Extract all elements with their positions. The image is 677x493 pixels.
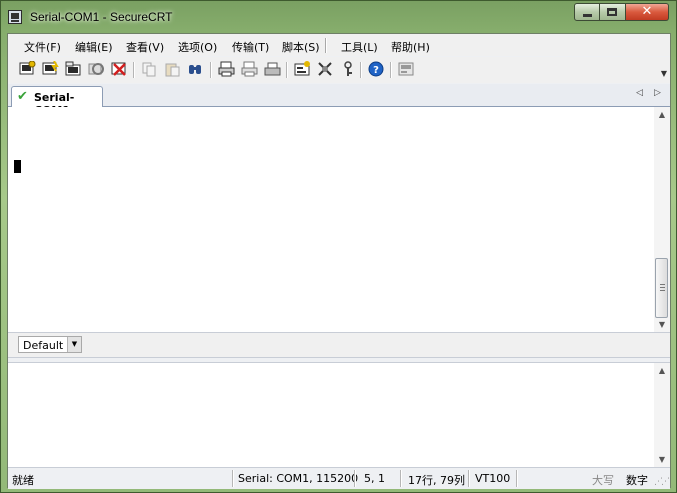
session-options-icon[interactable]	[294, 61, 311, 77]
print-selection-icon[interactable]	[241, 61, 258, 77]
session-select-value: Default	[23, 339, 64, 352]
menu-file[interactable]: 文件(F)	[24, 39, 61, 55]
keymap-icon[interactable]	[340, 61, 357, 77]
scrollbar-thumb[interactable]	[655, 258, 668, 318]
terminal-area[interactable]: ▲ ▼	[8, 107, 670, 333]
menu-script[interactable]: 脚本(S)	[282, 39, 320, 55]
menu-view[interactable]: 查看(V)	[126, 39, 164, 55]
svg-text:?: ?	[373, 65, 379, 76]
toolbar: ? ▼	[8, 57, 670, 83]
reconnect-icon[interactable]	[88, 61, 105, 77]
command-window[interactable]: ▲ ▼	[8, 362, 670, 467]
menu-tools[interactable]: 工具(L)	[341, 39, 378, 55]
toolbar-separator	[133, 62, 135, 78]
print-screen-icon[interactable]	[218, 61, 235, 77]
toolbar-separator	[360, 62, 362, 78]
close-button[interactable]: ✕	[626, 3, 669, 21]
connect-icon[interactable]	[19, 60, 36, 77]
tab-scroll-left-icon[interactable]: ◁	[636, 88, 643, 98]
print-icon[interactable]	[264, 61, 281, 77]
scroll-down-icon[interactable]: ▼	[654, 455, 670, 464]
disconnect-icon[interactable]	[111, 61, 128, 77]
status-emulation: VT100	[475, 472, 511, 485]
help-icon[interactable]: ?	[368, 61, 385, 77]
securecrt-app-icon[interactable]	[8, 10, 22, 24]
connected-check-icon: ✔	[17, 89, 28, 104]
window-title: Serial-COM1 - SecureCRT	[30, 10, 173, 24]
toolbar-overflow-icon[interactable]: ▼	[661, 69, 667, 78]
tab-scroll-right-icon[interactable]: ▷	[654, 88, 661, 98]
dropdown-arrow-icon[interactable]: ▼	[67, 337, 81, 352]
tab-serial-com1[interactable]: ✔ Serial-COM1	[11, 86, 103, 117]
maximize-button[interactable]	[600, 3, 626, 21]
status-terminal-size: 17行, 79列	[408, 474, 465, 487]
window-controls: ✕	[574, 3, 669, 22]
main-frame: 文件(F) 编辑(E) 查看(V) 选项(O) 传输(T) 脚本(S) 工具(L…	[7, 33, 671, 489]
minimize-button[interactable]	[574, 3, 600, 21]
quick-connect-icon[interactable]	[42, 60, 59, 77]
scroll-up-icon[interactable]: ▲	[654, 366, 670, 375]
close-icon: ✕	[641, 4, 653, 19]
status-ready: 就绪	[12, 474, 34, 487]
scroll-down-icon[interactable]: ▼	[654, 320, 670, 329]
terminal-cursor	[14, 160, 21, 173]
copy-icon[interactable]	[141, 61, 158, 77]
status-separator	[516, 470, 518, 487]
menu-bar: 文件(F) 编辑(E) 查看(V) 选项(O) 传输(T) 脚本(S) 工具(L…	[8, 34, 670, 56]
status-connection: Serial: COM1, 115200	[238, 472, 359, 485]
status-cursor-position: 5, 1	[364, 472, 385, 485]
toolbar-separator	[390, 62, 392, 78]
sftp-icon[interactable]	[398, 61, 415, 77]
menu-separator	[325, 38, 327, 53]
status-separator	[232, 470, 234, 487]
connect-in-tab-icon[interactable]	[65, 61, 82, 77]
minimize-icon	[583, 14, 592, 17]
title-bar[interactable]: Serial-COM1 - SecureCRT ✕	[1, 1, 676, 33]
tab-bar: ✔ Serial-COM1 ◁ ▷	[8, 84, 670, 117]
command-window-toolbar: Default ▼	[8, 333, 670, 358]
menu-options[interactable]: 选项(O)	[178, 39, 217, 55]
status-bar: 就绪 Serial: COM1, 115200 5, 1 17行, 79列 VT…	[8, 467, 670, 489]
scroll-up-icon[interactable]: ▲	[654, 110, 670, 119]
toolbar-separator	[286, 62, 288, 78]
status-caps-lock: 大写	[592, 474, 614, 487]
resize-grip-icon[interactable]: ⋰⋰	[654, 477, 670, 487]
terminal-scrollbar[interactable]: ▲ ▼	[654, 107, 670, 332]
status-separator	[400, 470, 402, 487]
status-num-lock: 数字	[626, 474, 648, 487]
toolbar-separator	[210, 62, 212, 78]
maximize-icon	[607, 8, 617, 16]
menu-transfer[interactable]: 传输(T)	[232, 39, 269, 55]
paste-icon[interactable]	[164, 61, 181, 77]
status-separator	[354, 470, 356, 487]
global-options-icon[interactable]	[317, 61, 334, 77]
status-separator	[468, 470, 470, 487]
menu-edit[interactable]: 编辑(E)	[75, 39, 113, 55]
find-icon[interactable]	[187, 61, 204, 77]
menu-help[interactable]: 帮助(H)	[391, 39, 430, 55]
command-window-scrollbar[interactable]: ▲ ▼	[654, 363, 670, 467]
session-select[interactable]: Default ▼	[18, 336, 82, 353]
application-window: Serial-COM1 - SecureCRT ✕ 文件(F) 编辑(E) 查看…	[0, 0, 677, 493]
